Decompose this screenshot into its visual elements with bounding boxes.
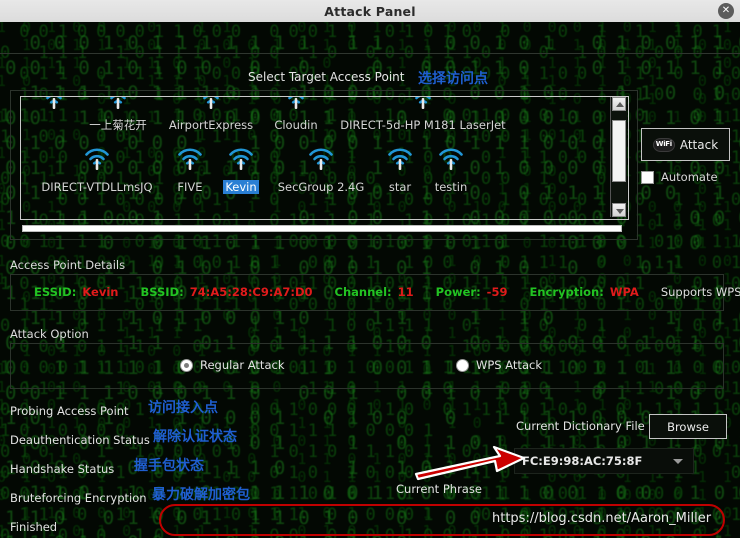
ap-detail-value: Kevin xyxy=(82,284,119,299)
window-title: Attack Panel xyxy=(324,3,416,19)
status-label-probing: Probing Access Point xyxy=(10,404,129,418)
status-label-handshake-cn: 握手包状态 xyxy=(134,458,204,474)
attack-option-box xyxy=(10,343,724,389)
access-point-item[interactable]: DIRECT-5d-HP M181 LaserJet xyxy=(333,97,513,133)
ap-details-fields: ESSID: Kevin BSSID: 74:A5:28:C9:A7:D0 Channe… xyxy=(10,285,740,299)
ap-detail-key: BSSID: xyxy=(140,284,184,299)
top-divider xyxy=(0,53,740,54)
ap-detail-value: WPA xyxy=(609,284,639,299)
radio-regular-attack-indicator[interactable] xyxy=(180,358,193,372)
status-label-bruteforce: Bruteforcing Encryption xyxy=(10,491,147,505)
scroll-up-arrow-icon[interactable] xyxy=(612,97,626,111)
dictionary-dropdown[interactable]: FC:E9:98:AC:75:8F xyxy=(514,448,694,474)
radio-regular-attack[interactable]: Regular Attack xyxy=(180,358,284,372)
access-point-name[interactable]: testin xyxy=(433,180,470,194)
status-label-deauth: Deauthentication Status xyxy=(10,433,150,447)
ap-detail-value: 74:A5:28:C9:A7:D0 xyxy=(189,284,313,299)
attack-option-title: Attack Option xyxy=(10,327,89,341)
access-point-name[interactable]: Cloudin xyxy=(272,118,319,132)
ap-detail-value: -59 xyxy=(486,284,508,299)
select-target-ap-label: Select Target Access Point xyxy=(248,70,405,84)
status-label-handshake: Handshake Status xyxy=(10,462,115,476)
wifi-icon xyxy=(434,147,468,173)
status-row-handshake: Handshake Status xyxy=(10,458,114,477)
close-icon[interactable]: ✕ xyxy=(718,3,734,19)
dictionary-dropdown-value: FC:E9:98:AC:75:8F xyxy=(522,454,643,468)
attack-button-label: Attack xyxy=(679,137,719,152)
browse-button-label: Browse xyxy=(667,419,709,434)
attack-panel-window: Attack Panel ✕ 10100 0 11 01011100100010… xyxy=(0,0,740,538)
access-point-item[interactable]: testin xyxy=(361,147,541,195)
automate-checkbox[interactable] xyxy=(641,170,654,184)
access-point-name-row: DIRECT-5d-HP M181 LaserJet xyxy=(333,114,513,133)
ap-detail-value: 11 xyxy=(397,284,414,299)
radio-wps-attack-label: WPS Attack xyxy=(476,358,542,372)
access-point-name[interactable]: DIRECT-5d-HP M181 LaserJet xyxy=(338,118,507,132)
access-point-name-row: testin xyxy=(361,176,541,195)
status-label-finished: Finished xyxy=(10,520,58,534)
ap-detail-key: ESSID: xyxy=(34,284,77,299)
title-bar: Attack Panel ✕ xyxy=(0,0,740,23)
ap-list-vertical-scrollbar[interactable] xyxy=(610,97,627,217)
current-dictionary-file-label: Current Dictionary File xyxy=(516,419,645,433)
radio-wps-attack[interactable]: WPS Attack xyxy=(456,358,542,372)
wifi-icon xyxy=(406,97,440,112)
radio-regular-attack-label: Regular Attack xyxy=(200,358,285,372)
status-row-finished: Finished xyxy=(10,516,57,535)
ap-detail-key: Power: xyxy=(435,284,481,299)
wifi-logo-icon: WiFi xyxy=(652,137,675,152)
status-label-deauth-cn: 解除认证状态 xyxy=(153,429,237,445)
status-label-probing-cn: 访问接入点 xyxy=(148,400,218,416)
access-point-list[interactable]: 一上菊花开 AirportExpress Cloudin DIRECT-5d-HP M… xyxy=(20,96,629,220)
status-row-deauth: Deauthentication Status xyxy=(10,429,150,448)
ap-details-title: Access Point Details xyxy=(10,258,126,272)
ap-detail-key: Encryption: xyxy=(529,284,604,299)
chevron-down-icon[interactable] xyxy=(673,458,683,464)
ap-detail-key: Channel: xyxy=(334,284,392,299)
automate-label: Automate xyxy=(661,170,718,184)
status-row-bruteforce: Bruteforcing Encryption xyxy=(10,487,147,506)
ap-list-horizontal-scrollbar[interactable] xyxy=(22,225,622,232)
supports-wps-label: Supports WPS xyxy=(660,284,740,299)
wifi-icon xyxy=(279,97,313,112)
status-row-probing: Probing Access Point xyxy=(10,400,129,419)
current-phrase-label: Current Phrase xyxy=(396,482,482,496)
browse-button[interactable]: Browse xyxy=(649,414,727,439)
select-target-ap-label-cn: 选择访问点 xyxy=(418,71,488,87)
ap-details-row: ESSID: Kevin BSSID: 74:A5:28:C9:A7:D0 Channe… xyxy=(10,274,740,309)
automate-checkbox-row[interactable]: Automate xyxy=(641,170,718,184)
red-highlight-oval-annotation xyxy=(159,504,725,536)
status-label-bruteforce-cn: 暴力破解加密包 xyxy=(152,487,250,503)
scroll-down-arrow-icon[interactable] xyxy=(612,203,626,217)
vertical-scroll-thumb[interactable] xyxy=(612,120,626,182)
red-arrow-annotation xyxy=(414,445,526,481)
radio-wps-attack-indicator[interactable] xyxy=(456,358,469,372)
attack-button[interactable]: WiFi Attack xyxy=(641,128,730,161)
